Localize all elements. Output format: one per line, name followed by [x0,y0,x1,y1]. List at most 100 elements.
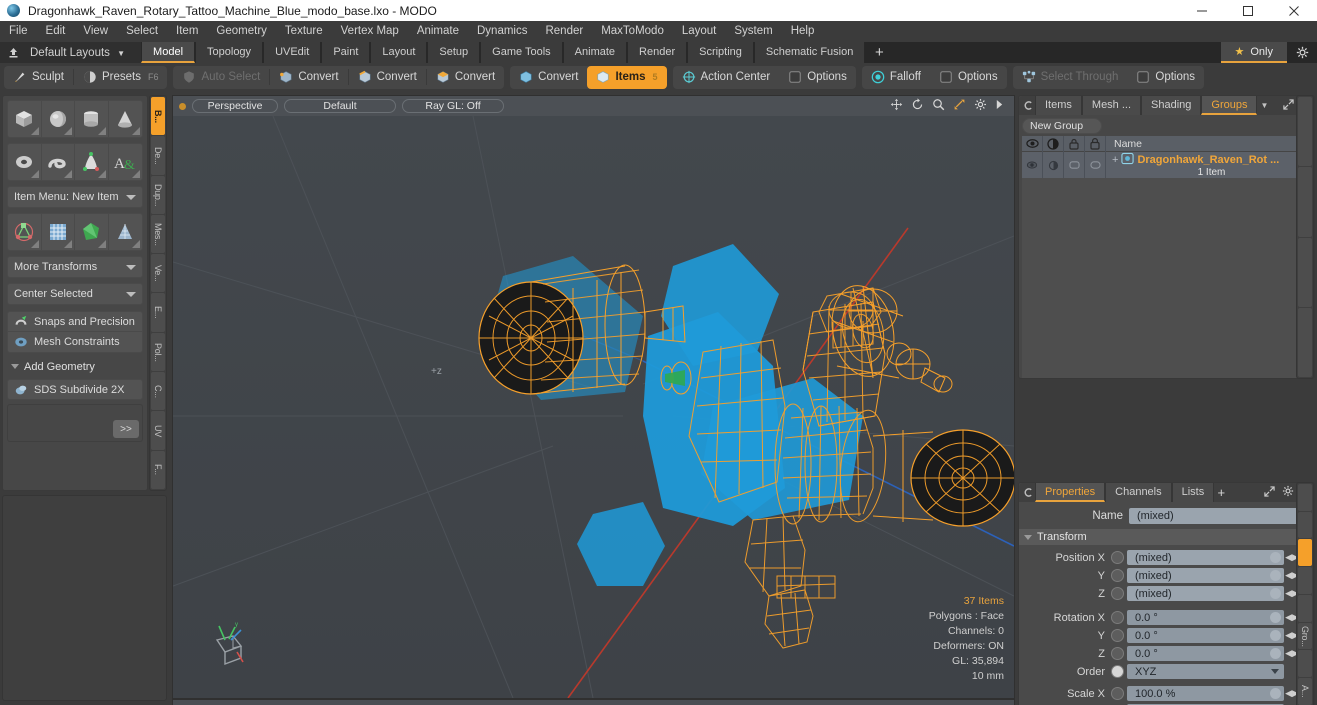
vtab-top-2[interactable] [1298,167,1312,237]
auto-select-button[interactable]: Auto Select [173,66,269,89]
transform-section-header[interactable]: Transform [1019,529,1314,545]
close-icon[interactable] [1271,0,1317,21]
panel-menu-icon[interactable] [1021,101,1035,110]
menu-system[interactable]: System [725,21,781,42]
field-input[interactable]: (mixed) [1127,550,1284,565]
row-ghost-toggle[interactable] [1085,152,1106,178]
play-icon[interactable] [995,99,1004,113]
pan-icon[interactable] [890,98,903,114]
keyframe-toggle[interactable] [1111,687,1124,700]
vtab-command[interactable]: C... [151,372,165,411]
item-menu-dropdown[interactable]: Item Menu: New Item [7,186,143,208]
menu-dynamics[interactable]: Dynamics [468,21,536,42]
menu-view[interactable]: View [74,21,117,42]
rtab-1[interactable] [1298,484,1312,511]
only-toggle-button[interactable]: ★ Only [1220,42,1287,63]
keyframe-toggle[interactable] [1111,647,1124,660]
viewport-raygl-dropdown[interactable]: Ray GL: Off [402,99,504,113]
menu-texture[interactable]: Texture [276,21,332,42]
fit-icon[interactable] [953,98,966,114]
keyframe-toggle[interactable] [1111,611,1124,624]
default-layouts-dropdown[interactable]: Default Layouts ▼ [26,47,133,59]
keyframe-toggle[interactable] [1111,569,1124,582]
action-center-button[interactable]: Action Center [673,66,780,89]
tab-uvedit[interactable]: UVEdit [263,42,322,63]
lock-icon[interactable] [1064,135,1085,152]
select-through-button[interactable]: Select Through [1013,66,1128,89]
tab-items[interactable]: Items [1035,96,1082,115]
sds-subdivide-button[interactable]: SDS Subdivide 2X [7,379,143,400]
tab-groups[interactable]: Groups [1201,96,1258,115]
chevron-down-icon[interactable]: ▼ [1257,101,1271,110]
taper-transform-icon[interactable] [109,214,142,250]
order-dropdown[interactable]: XYZ [1127,664,1284,679]
gear-icon[interactable] [1282,485,1294,500]
vtab-fusion[interactable]: F... [151,450,165,489]
left-panel-expand-button[interactable]: >> [113,420,139,438]
field-input[interactable]: 0.0 ° [1127,628,1284,643]
spiral-primitive-icon[interactable] [42,144,75,180]
keyframe-toggle[interactable] [1111,551,1124,564]
menu-layout[interactable]: Layout [673,21,726,42]
center-selected-dropdown[interactable]: Center Selected [7,283,143,305]
bezier-shape-icon[interactable] [75,144,109,180]
torus-primitive-icon[interactable] [8,144,42,180]
row-lock-toggle[interactable] [1064,152,1085,178]
add-geometry-section-header[interactable]: Add Geometry [7,357,143,376]
items-mode-button[interactable]: Items 5 [587,65,667,89]
keyframe-toggle[interactable] [1111,665,1124,678]
field-input[interactable]: (mixed) [1127,568,1284,583]
menu-file[interactable]: File [0,21,37,42]
sculpt-button[interactable]: Sculpt [4,66,73,89]
gear-icon[interactable] [1287,42,1317,63]
maximize-icon[interactable] [1225,0,1271,21]
rtab-5[interactable] [1298,594,1312,622]
gear-icon[interactable] [974,98,987,114]
vtab-edge[interactable]: E... [151,293,165,332]
tab-properties[interactable]: Properties [1035,483,1106,502]
field-input[interactable]: 100.0 % [1127,686,1284,701]
row-render-toggle[interactable] [1043,152,1064,178]
field-input[interactable]: 0.0 ° [1127,646,1284,661]
bend-transform-icon[interactable] [75,214,109,250]
group-item[interactable]: + Dragonhawk_Raven_Rot ... 1 Item [1106,152,1311,178]
sphere-primitive-icon[interactable] [42,101,75,137]
table-row[interactable]: + Dragonhawk_Raven_Rot ... 1 Item [1022,152,1311,178]
rtab-3[interactable] [1298,539,1312,567]
tab-render[interactable]: Render [627,42,688,63]
snaps-and-precision-button[interactable]: Snaps and Precision [7,311,143,332]
tab-paint[interactable]: Paint [321,42,371,63]
tab-channels[interactable]: Channels [1105,483,1172,502]
rtab-7[interactable] [1298,650,1312,677]
tab-scripting[interactable]: Scripting [687,42,754,63]
convert-item-button[interactable]: Convert [510,66,587,89]
select-through-options-button[interactable]: Options [1127,66,1204,89]
menu-render[interactable]: Render [536,21,592,42]
tab-game-tools[interactable]: Game Tools [480,42,563,63]
vtab-polygon[interactable]: Pol... [151,332,165,372]
vtab-duplicate[interactable]: Dup... [151,175,165,214]
cube-primitive-icon[interactable] [8,101,42,137]
viewport-style-dropdown[interactable]: Default [284,99,396,113]
add-layout-tab-button[interactable]: + [865,42,894,63]
vtab-uv[interactable]: UV [151,411,165,450]
tab-topology[interactable]: Topology [195,42,264,63]
rtab-groups[interactable]: Gro... [1298,622,1312,650]
viewport-projection-dropdown[interactable]: Perspective [192,99,278,113]
tab-layout[interactable]: Layout [370,42,428,63]
menu-select[interactable]: Select [117,21,167,42]
add-properties-tab-button[interactable]: + [1214,485,1228,500]
vtab-vertex[interactable]: Ve... [151,254,165,293]
vtab-mesh[interactable]: Mes... [151,214,165,254]
expand-icon[interactable] [1264,485,1275,500]
new-group-button[interactable]: New Group [1022,118,1102,134]
eye-icon[interactable] [1022,135,1043,152]
keyframe-toggle[interactable] [1111,587,1124,600]
ghost-icon[interactable] [1085,135,1106,152]
cylinder-primitive-icon[interactable] [75,101,109,137]
grid-transform-icon[interactable] [42,214,75,250]
more-transforms-dropdown[interactable]: More Transforms [7,256,143,278]
vtab-basic[interactable]: B... [151,97,165,136]
presets-button[interactable]: Presets F6 [74,66,168,89]
row-eye-toggle[interactable] [1022,152,1043,178]
